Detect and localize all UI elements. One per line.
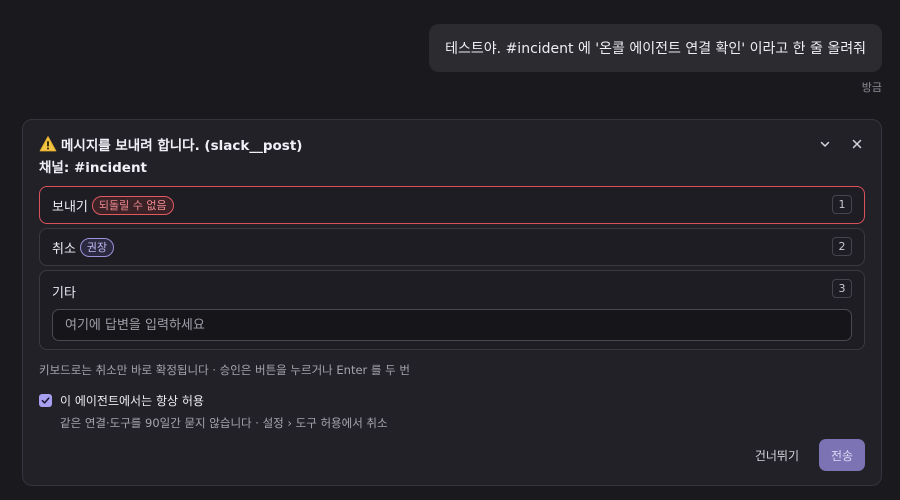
close-icon[interactable] bbox=[849, 136, 865, 152]
recommended-badge: 권장 bbox=[79, 237, 115, 257]
header-actions bbox=[817, 136, 865, 152]
other-answer-input[interactable] bbox=[52, 309, 852, 341]
always-allow-label: 이 에이전트에서는 항상 허용 bbox=[60, 394, 204, 408]
option-other[interactable]: 기타 3 bbox=[39, 270, 865, 350]
shortcut-key-1: 1 bbox=[832, 195, 852, 214]
collapse-chevron-down-icon[interactable] bbox=[817, 136, 833, 152]
option-cancel-row: 취소 권장 bbox=[40, 229, 864, 265]
message-timestamp: 방금 bbox=[861, 81, 882, 94]
card-title: 메시지를 보내려 합니다. (slack__post) bbox=[61, 138, 303, 154]
always-allow-row[interactable]: 이 에이전트에서는 항상 허용 bbox=[39, 392, 388, 409]
option-other-label: 기타 bbox=[52, 285, 76, 301]
shortcut-key-2: 2 bbox=[832, 237, 852, 256]
approval-card: 메시지를 보내려 합니다. (slack__post) 채널: #inciden… bbox=[22, 119, 882, 486]
send-button[interactable]: 전송 bbox=[819, 439, 865, 471]
page: 테스트야. #incident 에 '온콜 에이전트 연결 확인' 이라고 한 … bbox=[0, 0, 900, 500]
option-cancel-label: 취소 bbox=[52, 241, 76, 257]
card-header: 메시지를 보내려 합니다. (slack__post) 채널: #inciden… bbox=[39, 134, 865, 176]
card-title-row: 메시지를 보내려 합니다. (slack__post) bbox=[39, 134, 865, 154]
always-allow-section: 이 에이전트에서는 항상 허용 같은 연결·도구를 90일간 묻지 않습니다 ·… bbox=[39, 392, 388, 431]
always-allow-note: 같은 연결·도구를 90일간 묻지 않습니다 · 설정 › 도구 허용에서 취소 bbox=[60, 416, 388, 430]
card-footer: 건너뛰기 전송 bbox=[755, 439, 865, 471]
skip-button[interactable]: 건너뛰기 bbox=[755, 447, 799, 464]
shortcut-key-3: 3 bbox=[832, 279, 852, 298]
channel-label: 채널: #incident bbox=[39, 160, 148, 176]
keyboard-hint: 키보드로는 취소만 바로 확정됩니다 · 승인은 버튼을 누르거나 Enter … bbox=[39, 363, 410, 377]
option-cancel[interactable]: 취소 권장 2 bbox=[39, 228, 865, 266]
user-message-text: 테스트야. #incident 에 '온콜 에이전트 연결 확인' 이라고 한 … bbox=[445, 41, 866, 57]
option-send-row: 보내기 되돌릴 수 없음 bbox=[40, 187, 864, 223]
option-send-label: 보내기 bbox=[52, 199, 88, 215]
user-message-bubble: 테스트야. #incident 에 '온콜 에이전트 연결 확인' 이라고 한 … bbox=[429, 24, 882, 72]
irreversible-badge: 되돌릴 수 없음 bbox=[91, 195, 174, 215]
option-other-row: 기타 bbox=[40, 271, 864, 311]
warning-icon bbox=[39, 135, 57, 153]
always-allow-checkbox[interactable] bbox=[39, 394, 52, 407]
option-send[interactable]: 보내기 되돌릴 수 없음 1 bbox=[39, 186, 865, 224]
